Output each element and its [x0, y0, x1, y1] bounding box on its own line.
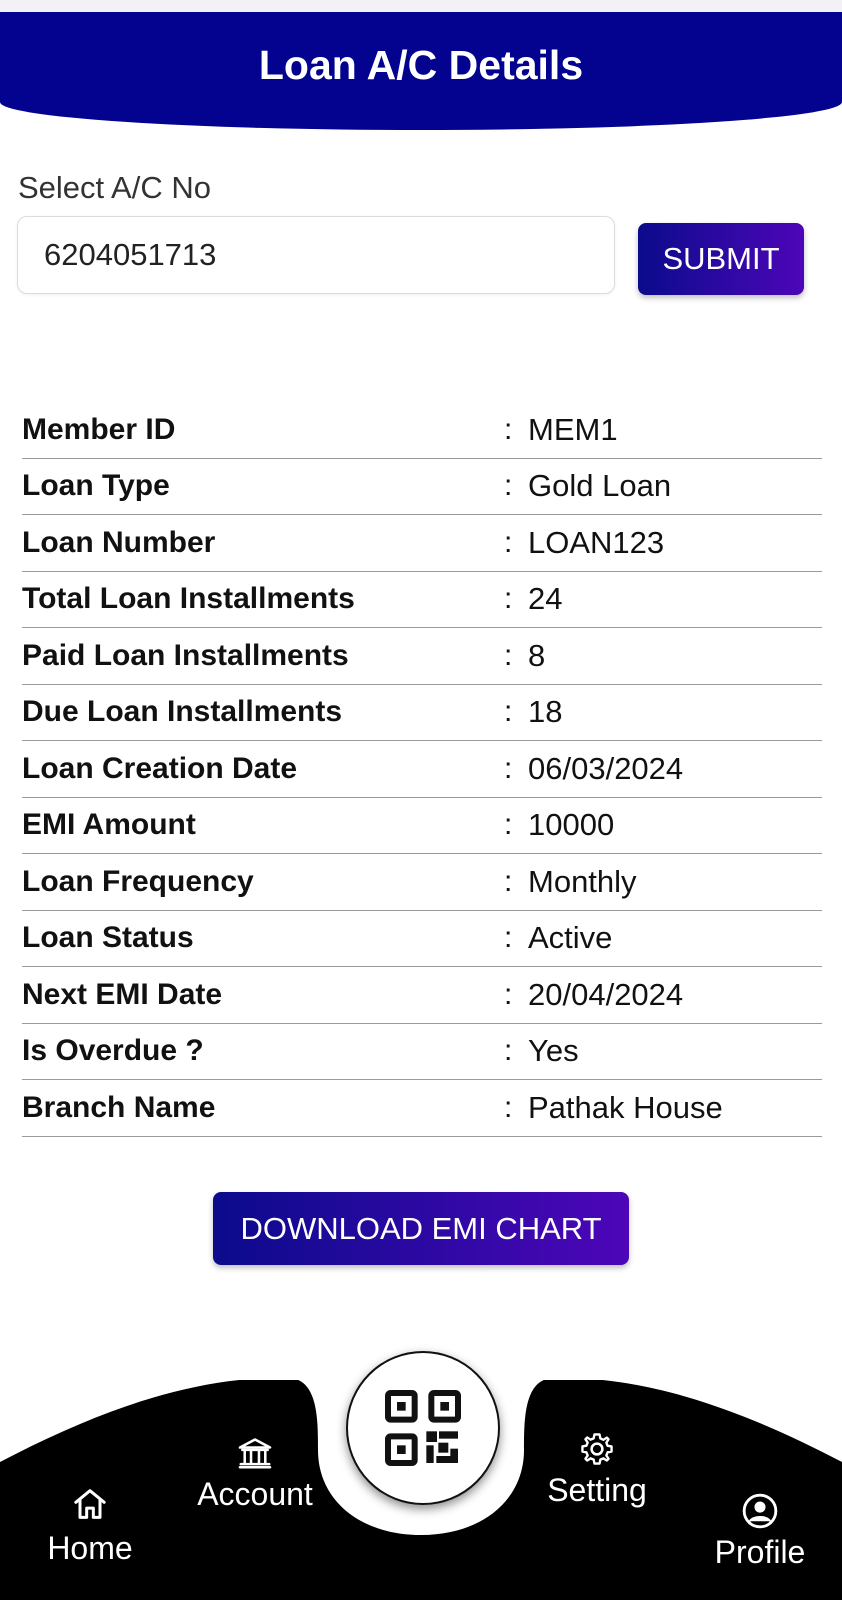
nav-profile[interactable]: Profile — [695, 1492, 825, 1571]
detail-row-creation-date: Loan Creation Date:06/03/2024 — [22, 741, 822, 798]
detail-label: Loan Status — [22, 921, 194, 955]
detail-label: Loan Frequency — [22, 864, 254, 898]
nav-home-label: Home — [47, 1530, 133, 1566]
detail-label: Next EMI Date — [22, 977, 223, 1011]
status-strip — [0, 0, 842, 12]
detail-label: Paid Loan Installments — [22, 638, 349, 672]
detail-value: LOAN123 — [528, 524, 665, 560]
detail-separator: : — [504, 469, 513, 503]
detail-separator: : — [504, 638, 513, 672]
select-account-label: Select A/C No — [18, 170, 211, 205]
detail-value: Active — [528, 920, 613, 956]
detail-label: EMI Amount — [22, 808, 196, 842]
detail-label: Loan Number — [22, 525, 216, 559]
detail-value: Pathak House — [528, 1089, 723, 1125]
detail-label: Member ID — [22, 412, 176, 446]
scan-qr-button[interactable] — [346, 1351, 500, 1505]
app-header: Loan A/C Details — [0, 12, 842, 130]
detail-label: Branch Name — [22, 1090, 216, 1124]
detail-row-loan-type: Loan Type: Gold Loan — [22, 459, 822, 515]
detail-label: Loan Creation Date — [22, 751, 298, 785]
bank-icon — [238, 1438, 272, 1469]
qr-code-icon — [385, 1390, 461, 1466]
download-emi-chart-button[interactable]: DOWNLOAD EMI CHART — [213, 1192, 629, 1265]
detail-separator: : — [504, 582, 513, 616]
detail-separator: : — [504, 751, 513, 785]
detail-row-emi-amount: EMI Amount:10000 — [22, 798, 822, 854]
nav-account[interactable]: Account — [185, 1434, 325, 1513]
detail-row-branch-name: Branch Name: Pathak House — [22, 1080, 822, 1137]
account-number-input[interactable] — [17, 216, 615, 294]
page-title: Loan A/C Details — [258, 41, 584, 88]
detail-separator: : — [504, 695, 513, 729]
detail-row-loan-status: Loan Status: Active — [22, 911, 822, 967]
detail-separator: : — [504, 977, 513, 1011]
nav-setting-label: Setting — [547, 1472, 647, 1508]
detail-separator: : — [504, 412, 513, 446]
loan-details-table: Member ID: MEM1 Loan Type: Gold Loan Loan … — [22, 402, 822, 1137]
detail-value: Yes — [528, 1033, 579, 1069]
detail-value: MEM1 — [528, 411, 618, 447]
nav-account-label: Account — [197, 1476, 313, 1512]
user-circle-icon — [742, 1493, 778, 1529]
detail-value: Monthly — [528, 863, 637, 899]
detail-row-total-installments: Total Loan Installments:24 — [22, 572, 822, 628]
detail-row-member-id: Member ID: MEM1 — [22, 402, 822, 459]
nav-home[interactable]: Home — [30, 1484, 150, 1567]
detail-separator: : — [504, 808, 513, 842]
detail-separator: : — [504, 1034, 513, 1068]
submit-button[interactable]: SUBMIT — [638, 223, 804, 295]
detail-separator: : — [504, 864, 513, 898]
detail-value: Gold Loan — [528, 468, 672, 504]
detail-label: Total Loan Installments — [22, 582, 355, 616]
detail-value: 18 — [528, 694, 563, 730]
detail-label: Is Overdue ? — [22, 1034, 204, 1068]
detail-value: 06/03/2024 — [528, 750, 684, 786]
detail-row-next-emi-date: Next EMI Date:20/04/2024 — [22, 967, 822, 1024]
detail-separator: : — [504, 921, 513, 955]
detail-value: 24 — [528, 581, 563, 617]
detail-separator: : — [504, 525, 513, 559]
gear-icon — [581, 1433, 613, 1465]
nav-setting[interactable]: Setting — [527, 1430, 667, 1509]
detail-separator: : — [504, 1090, 513, 1124]
detail-value: 8 — [528, 637, 546, 673]
nav-profile-label: Profile — [714, 1534, 806, 1570]
detail-row-loan-frequency: Loan Frequency: Monthly — [22, 854, 822, 911]
detail-row-loan-number: Loan Number: LOAN123 — [22, 515, 822, 572]
home-icon — [74, 1489, 106, 1519]
detail-label: Loan Type — [22, 469, 170, 503]
detail-row-paid-installments: Paid Loan Installments:8 — [22, 628, 822, 685]
detail-label: Due Loan Installments — [22, 695, 343, 729]
detail-row-due-installments: Due Loan Installments:18 — [22, 685, 822, 741]
detail-row-is-overdue: Is Overdue ?: Yes — [22, 1024, 822, 1080]
detail-value: 10000 — [528, 807, 615, 843]
detail-value: 20/04/2024 — [528, 976, 684, 1012]
